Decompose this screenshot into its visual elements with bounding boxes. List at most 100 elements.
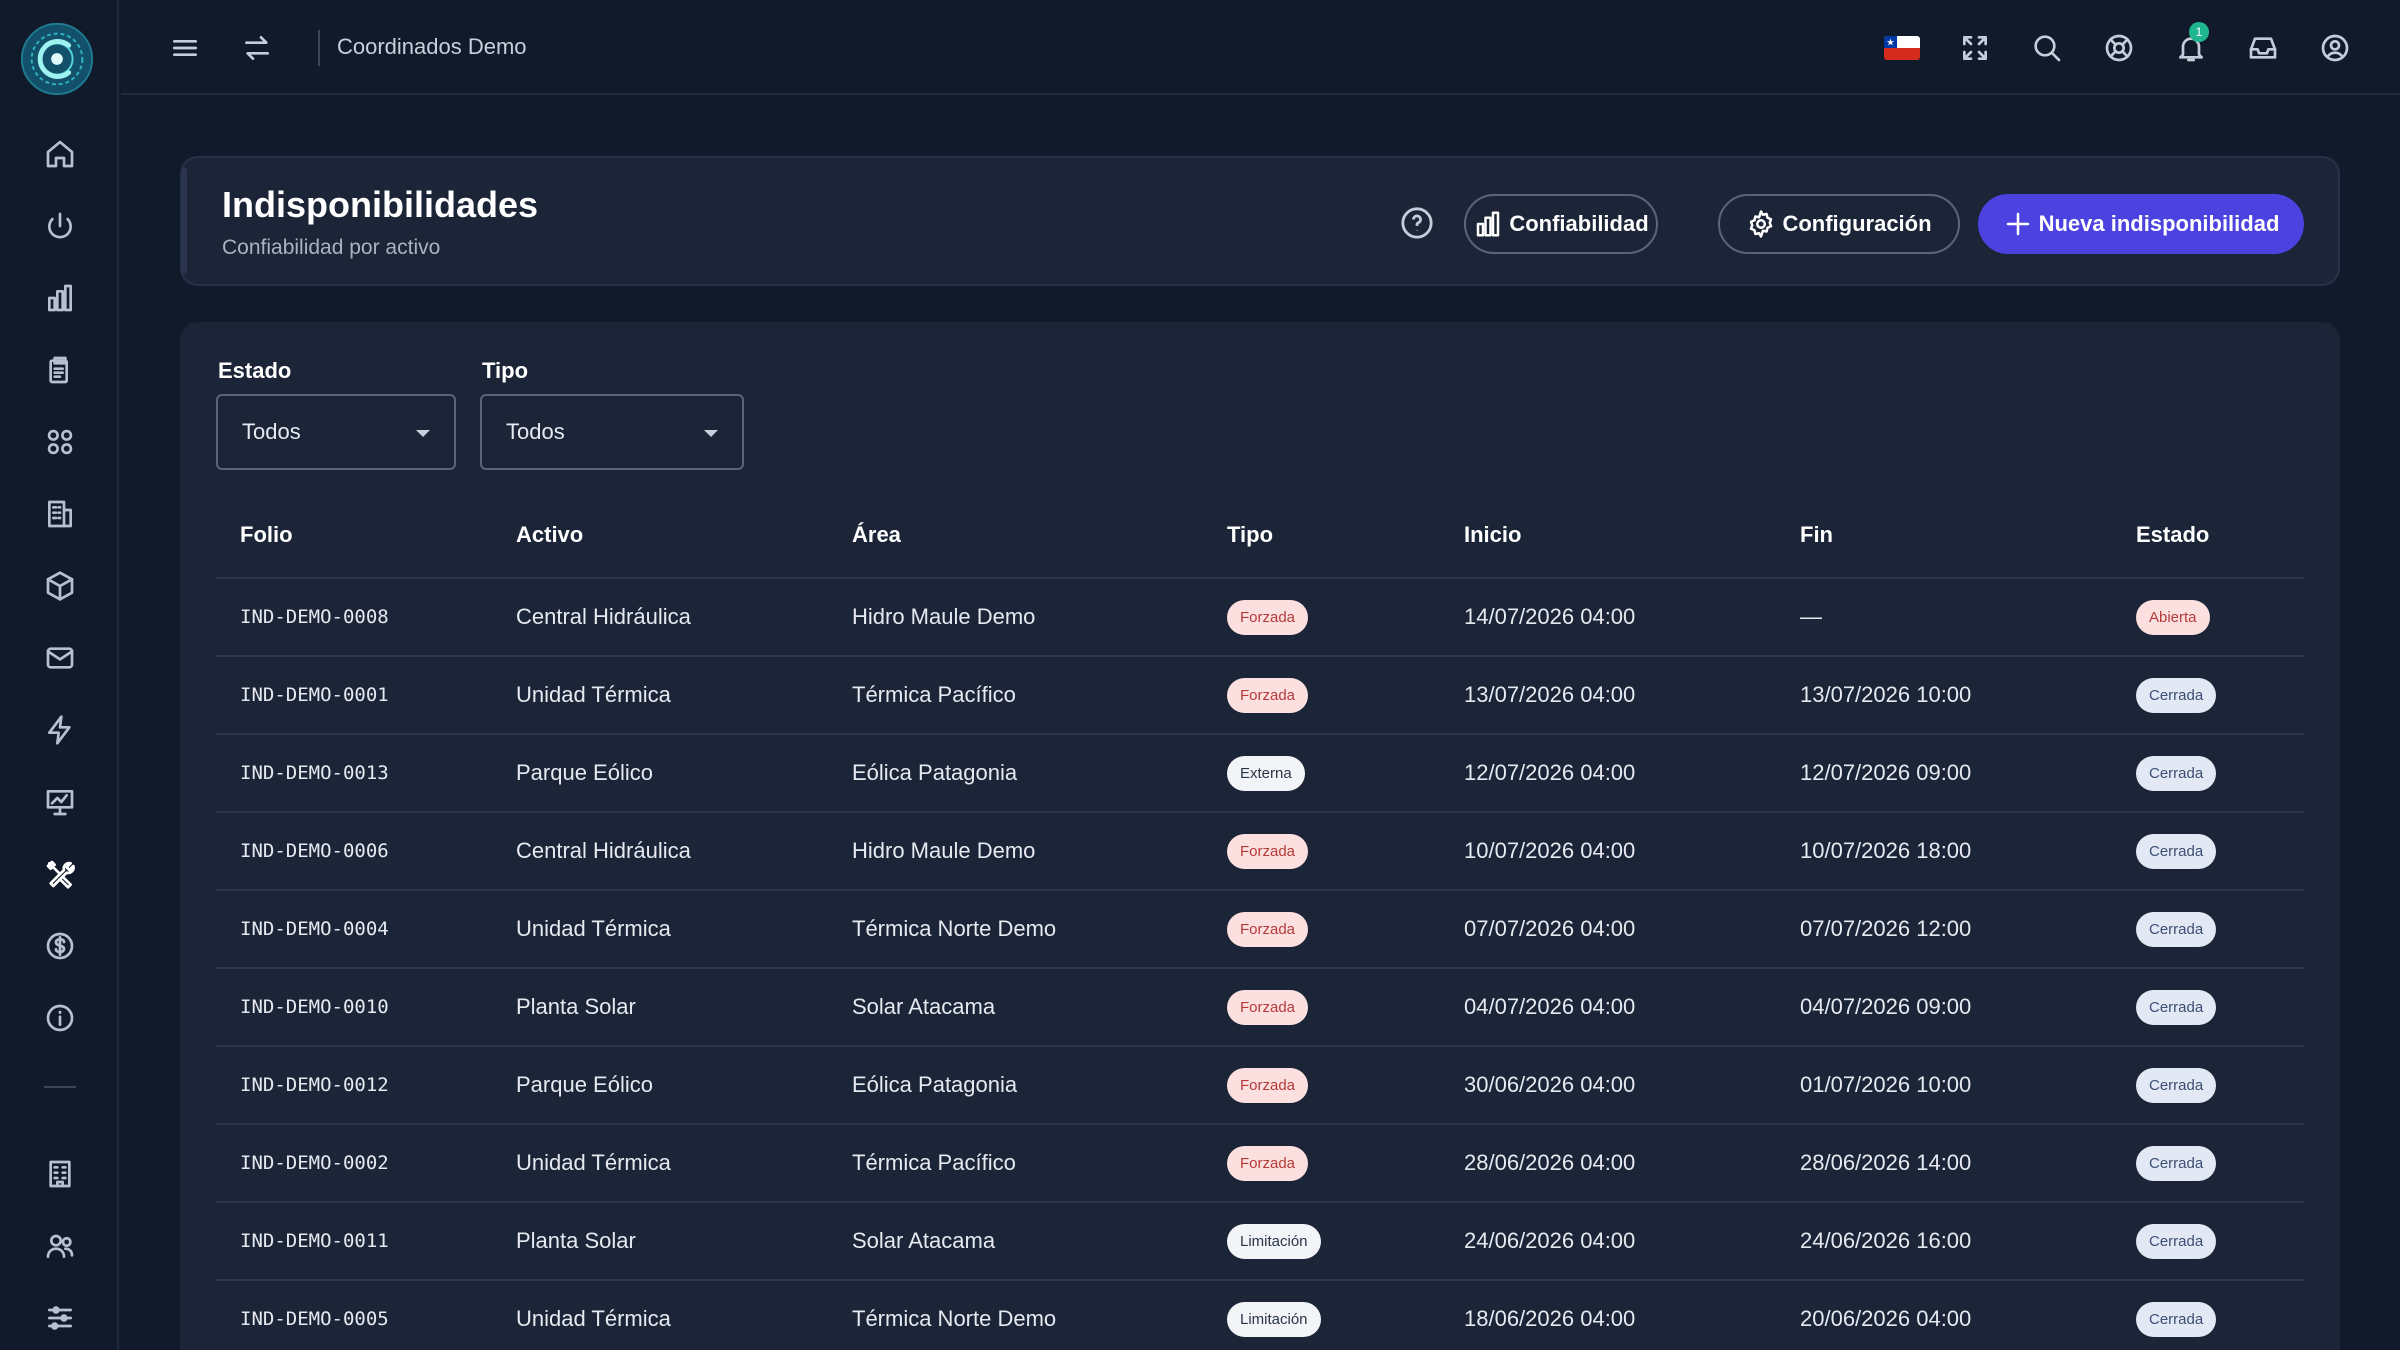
sliders-icon[interactable] — [40, 1298, 80, 1338]
main-card: Estado Todos Tipo Todos Folio Activo Áre… — [180, 322, 2340, 1350]
box-icon[interactable] — [40, 566, 80, 606]
estado-badge: Cerrada — [2136, 1301, 2217, 1337]
gear-icon — [1750, 210, 1773, 238]
column-header-estado[interactable]: Estado — [2112, 492, 2304, 579]
estado-badge: Cerrada — [2136, 989, 2217, 1025]
column-header-area[interactable]: Área — [828, 492, 1203, 579]
table-row[interactable]: IND-DEMO-0004 Unidad Térmica Térmica Norte… — [216, 890, 2304, 969]
estado-cell: Cerrada — [2112, 734, 2304, 813]
inicio-cell: 04/07/2026 04:00 — [1440, 968, 1776, 1047]
activo-cell: Planta Solar — [492, 968, 828, 1047]
folio-cell: IND-DEMO-0002 — [216, 1124, 492, 1203]
menu-icon[interactable] — [165, 28, 205, 68]
bar-chart-icon — [1477, 211, 1500, 237]
folio-cell: IND-DEMO-0006 — [216, 812, 492, 891]
table-row[interactable]: IND-DEMO-0006 Central Hidráulica Hidro Mau… — [216, 812, 2304, 891]
tools-icon[interactable] — [40, 854, 80, 894]
fin-cell: 12/07/2026 09:00 — [1776, 734, 2112, 813]
building-icon[interactable] — [40, 494, 80, 534]
estado-badge: Cerrada — [2136, 755, 2217, 791]
estado-badge: Abierta — [2136, 599, 2210, 635]
area-cell: Solar Atacama — [828, 1202, 1203, 1281]
topbar-separator — [318, 30, 320, 66]
table-row[interactable]: IND-DEMO-0008 Central Hidráulica Hidro Mau… — [216, 578, 2304, 657]
confiabilidad-button[interactable]: Confiabilidad — [1464, 194, 1658, 254]
tipo-badge: Forzada — [1227, 677, 1309, 713]
swap-icon[interactable] — [237, 28, 277, 68]
folio-cell: IND-DEMO-0004 — [216, 890, 492, 969]
tipo-badge: Forzada — [1227, 1145, 1309, 1181]
table-row[interactable]: IND-DEMO-0001 Unidad Térmica Térmica Pacíf… — [216, 656, 2304, 735]
table-row[interactable]: IND-DEMO-0011 Planta Solar Solar Atacama Li… — [216, 1202, 2304, 1281]
folio-cell: IND-DEMO-0008 — [216, 578, 492, 657]
tipo-cell: Forzada — [1203, 968, 1440, 1047]
plus-icon — [2006, 212, 2029, 236]
topbar: Coordinados Demo 1 — [121, 0, 2400, 95]
estado-badge: Cerrada — [2136, 1067, 2217, 1103]
estado-badge: Cerrada — [2136, 677, 2217, 713]
tipo-cell: Externa — [1203, 734, 1440, 813]
column-header-tipo[interactable]: Tipo — [1203, 492, 1440, 579]
presentation-icon[interactable] — [40, 782, 80, 822]
users-icon[interactable] — [40, 1226, 80, 1266]
bell-icon[interactable]: 1 — [2171, 22, 2211, 68]
estado-badge: Cerrada — [2136, 911, 2217, 947]
inicio-cell: 30/06/2026 04:00 — [1440, 1046, 1776, 1125]
tipo-cell: Forzada — [1203, 890, 1440, 969]
table-row[interactable]: IND-DEMO-0005 Unidad Térmica Térmica Norte… — [216, 1280, 2304, 1350]
fin-cell: — — [1776, 578, 2112, 657]
estado-select[interactable]: Todos — [216, 394, 456, 470]
configuracion-button-label: Configuración — [1782, 211, 1932, 236]
column-header-inicio[interactable]: Inicio — [1440, 492, 1776, 579]
caret-down-icon — [704, 430, 718, 437]
column-header-fin[interactable]: Fin — [1776, 492, 2112, 579]
office-icon[interactable] — [40, 1154, 80, 1194]
notification-badge: 1 — [2189, 22, 2209, 42]
user-icon[interactable] — [2315, 28, 2355, 68]
inicio-cell: 14/07/2026 04:00 — [1440, 578, 1776, 657]
table-body: IND-DEMO-0008 Central Hidráulica Hidro Mau… — [216, 578, 2304, 1350]
clipboard-icon[interactable] — [40, 350, 80, 390]
mail-icon[interactable] — [40, 638, 80, 678]
table-header-row: Folio Activo Área Tipo Inicio Fin Estado — [216, 492, 2304, 579]
table-row[interactable]: IND-DEMO-0013 Parque Eólico Eólica Patagon… — [216, 734, 2304, 813]
activo-cell: Central Hidráulica — [492, 578, 828, 657]
estado-cell: Cerrada — [2112, 1202, 2304, 1281]
fin-cell: 24/06/2026 16:00 — [1776, 1202, 2112, 1281]
tipo-cell: Forzada — [1203, 1046, 1440, 1125]
app-logo[interactable] — [18, 18, 96, 100]
activo-cell: Parque Eólico — [492, 734, 828, 813]
lifebuoy-icon[interactable] — [2099, 28, 2139, 68]
table-row[interactable]: IND-DEMO-0002 Unidad Térmica Térmica Pacíf… — [216, 1124, 2304, 1203]
table-row[interactable]: IND-DEMO-0010 Planta Solar Solar Atacama Fo… — [216, 968, 2304, 1047]
sidebar — [0, 0, 119, 1350]
home-icon[interactable] — [40, 134, 80, 174]
inbox-icon[interactable] — [2243, 28, 2283, 68]
table-row[interactable]: IND-DEMO-0012 Parque Eólico Eólica Patagon… — [216, 1046, 2304, 1125]
fullscreen-icon[interactable] — [1955, 28, 1995, 68]
nueva-indisponibilidad-button[interactable]: Nueva indisponibilidad — [1978, 194, 2304, 254]
dollar-icon[interactable] — [40, 926, 80, 966]
tipo-badge: Limitación — [1227, 1223, 1321, 1259]
tipo-select[interactable]: Todos — [480, 394, 744, 470]
bar-chart-icon[interactable] — [40, 278, 80, 318]
tipo-cell: Limitación — [1203, 1202, 1440, 1281]
chile-flag-icon[interactable] — [1884, 36, 1920, 60]
area-cell: Térmica Norte Demo — [828, 890, 1203, 969]
grid-icon[interactable] — [40, 422, 80, 462]
help-icon[interactable] — [1400, 206, 1434, 240]
inicio-cell: 24/06/2026 04:00 — [1440, 1202, 1776, 1281]
info-icon[interactable] — [40, 998, 80, 1038]
power-icon[interactable] — [40, 206, 80, 246]
column-header-folio[interactable]: Folio — [216, 492, 492, 579]
estado-cell: Abierta — [2112, 578, 2304, 657]
search-icon[interactable] — [2027, 28, 2067, 68]
tipo-badge: Forzada — [1227, 599, 1309, 635]
tipo-cell: Forzada — [1203, 656, 1440, 735]
configuracion-button[interactable]: Configuración — [1718, 194, 1960, 254]
bolt-icon[interactable] — [40, 710, 80, 750]
tipo-badge: Forzada — [1227, 1067, 1309, 1103]
inicio-cell: 18/06/2026 04:00 — [1440, 1280, 1776, 1350]
column-header-activo[interactable]: Activo — [492, 492, 828, 579]
estado-filter-label: Estado — [218, 358, 292, 383]
